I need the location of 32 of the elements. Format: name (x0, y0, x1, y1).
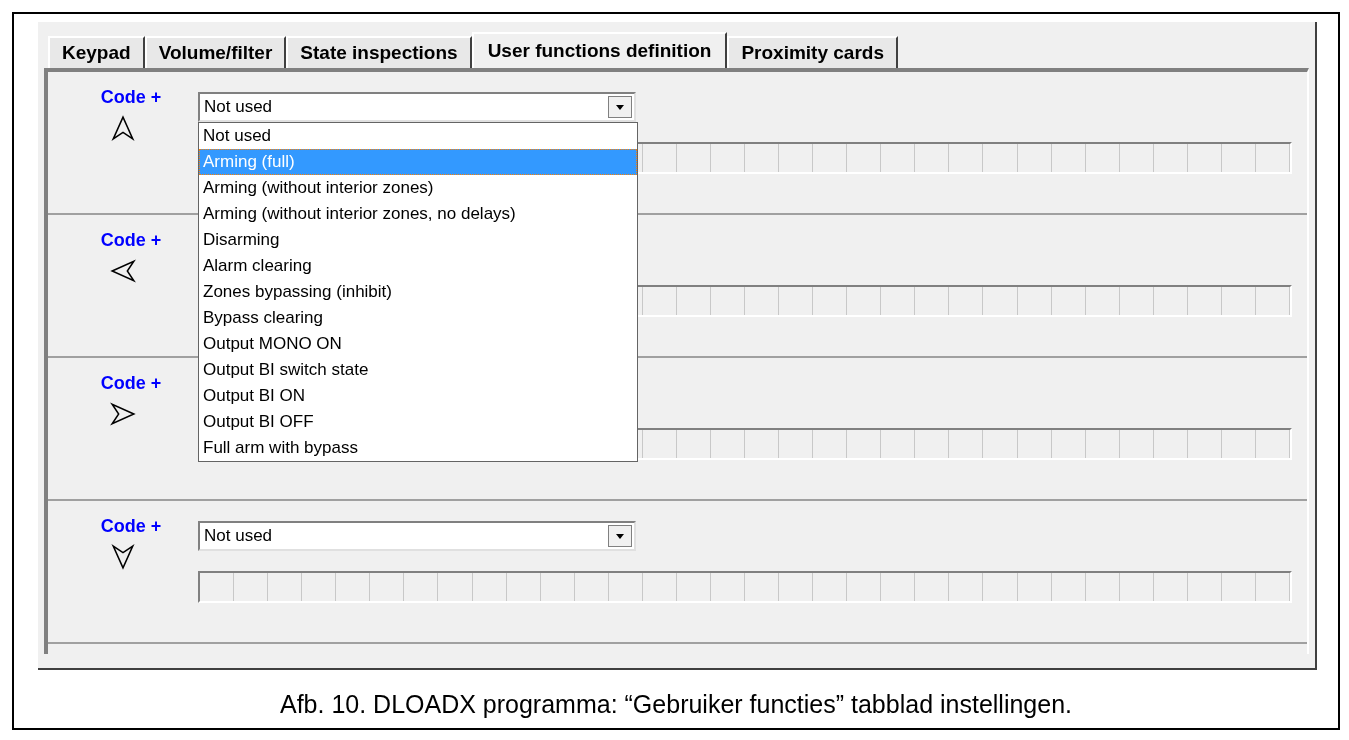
dropdown-arrow-button[interactable] (608, 525, 632, 547)
right-arrow-icon (110, 401, 136, 427)
left-arrow-icon (110, 258, 136, 284)
function-dropdown[interactable]: Not used (198, 521, 636, 551)
dropdown-option[interactable]: Zones bypassing (inhibit) (199, 279, 637, 305)
code-plus-label: Code + (99, 229, 162, 252)
down-arrow-icon (110, 544, 136, 570)
dropdown-arrow-button[interactable] (608, 96, 632, 118)
tab[interactable]: State inspections (286, 36, 472, 68)
code-plus-label: Code + (99, 372, 162, 395)
dropdown-option[interactable]: Not used (199, 123, 637, 149)
dropdown-option[interactable]: Arming (without interior zones, no delays) (199, 201, 637, 227)
dropdown-option[interactable]: Bypass clearing (199, 305, 637, 331)
caret-icon (616, 533, 624, 539)
code-plus-label: Code + (99, 515, 162, 538)
dropdown-option[interactable]: Arming (without interior zones) (199, 175, 637, 201)
tab[interactable]: Keypad (48, 36, 145, 68)
dropdown-option[interactable]: Alarm clearing (199, 253, 637, 279)
code-cells-field[interactable] (198, 571, 1292, 603)
figure-caption: Afb. 10. DLOADX programma: “Gebruiker functies” tabblad instellingen. (279, 689, 1072, 720)
dropdown-option[interactable]: Output MONO ON (199, 331, 637, 357)
dropdown-option[interactable]: Output BI ON (199, 383, 637, 409)
dropdown-option[interactable]: Output BI OFF (199, 409, 637, 435)
up-arrow-icon (110, 115, 136, 141)
tab[interactable]: Proximity cards (727, 36, 898, 68)
dropdown-option[interactable]: Disarming (199, 227, 637, 253)
tab[interactable]: User functions definition (471, 32, 728, 68)
caret-icon (616, 104, 624, 110)
code-plus-label: Code + (99, 86, 162, 109)
dropdown-option[interactable]: Output BI switch state (199, 357, 637, 383)
tab[interactable]: Volume/filter (144, 36, 287, 68)
dropdown-option[interactable]: Full arm with bypass (199, 435, 637, 461)
